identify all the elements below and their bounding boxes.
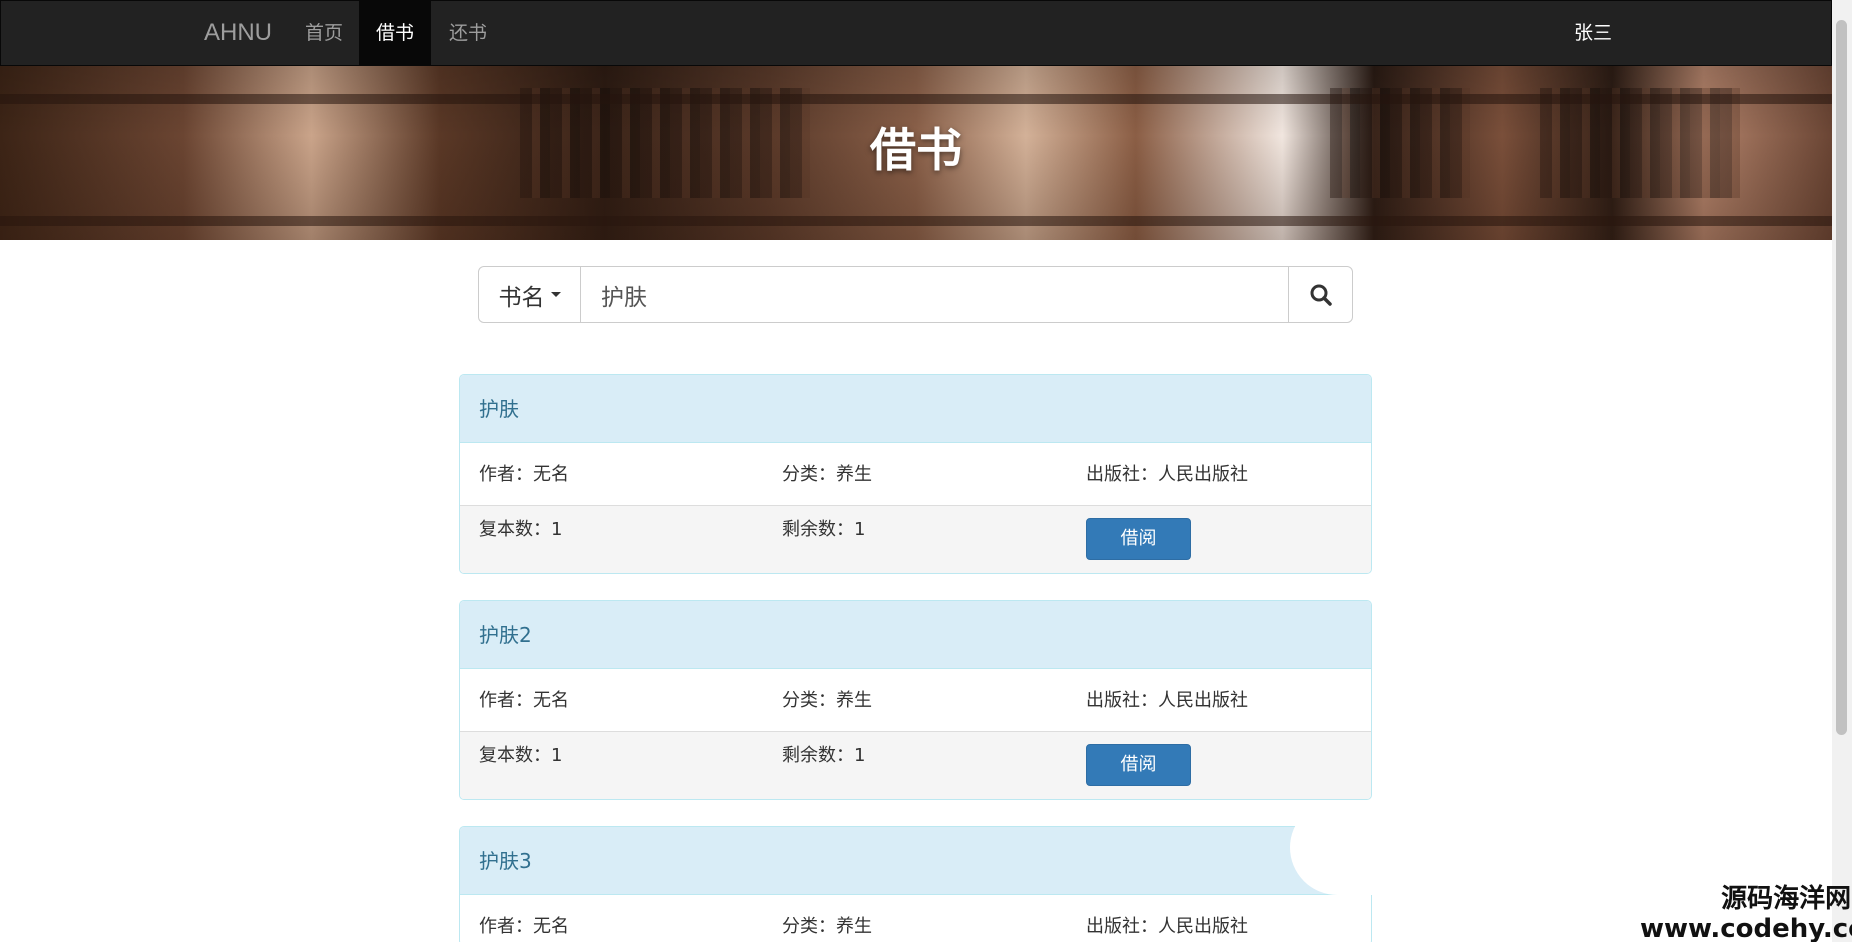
book-publisher: 出版社：人民出版社 — [1086, 690, 1248, 711]
book-remaining: 剩余数：1 — [782, 745, 866, 766]
borrow-button[interactable]: 借阅 — [1086, 744, 1191, 786]
search-type-label: 书名 — [498, 284, 545, 311]
book-author: 作者：无名 — [479, 916, 569, 937]
search-icon — [1310, 284, 1332, 306]
nav-return-link[interactable]: 还书 — [431, 1, 505, 65]
caret-down-icon — [550, 292, 561, 297]
book-copies: 复本数：1 — [479, 745, 563, 766]
book-category: 分类：养生 — [782, 916, 872, 937]
book-title: 护肤3 — [460, 827, 1371, 895]
book-stock-row: 复本数：1 剩余数：1 借阅 — [460, 506, 1371, 573]
book-info-row: 作者：无名 分类：养生 出版社：人民出版社 — [460, 443, 1371, 506]
book-copies: 复本数：1 — [479, 519, 563, 540]
nav-home-link[interactable]: 首页 — [287, 1, 361, 65]
watermark-url: www.codehy.com — [1640, 914, 1852, 942]
book-title: 护肤2 — [460, 601, 1371, 669]
top-navbar: AHNU 首页 借书 还书 张三 — [0, 0, 1832, 66]
page-title: 借书 — [870, 123, 962, 177]
book-publisher: 出版社：人民出版社 — [1086, 916, 1248, 937]
watermark-overlay — [1290, 800, 1440, 895]
search-button[interactable] — [1288, 267, 1352, 322]
scrollbar-thumb[interactable] — [1836, 20, 1847, 735]
watermark: 源码海洋网 www.codehy.com — [1640, 884, 1852, 942]
watermark-title: 源码海洋网 — [1721, 884, 1852, 914]
book-panel: 护肤2 作者：无名 分类：养生 出版社：人民出版社 复本数：1 剩余数：1 借阅 — [459, 600, 1372, 800]
book-panel: 护肤 作者：无名 分类：养生 出版社：人民出版社 复本数：1 剩余数：1 借阅 — [459, 374, 1372, 574]
book-publisher: 出版社：人民出版社 — [1086, 464, 1248, 485]
brand-logo[interactable]: AHNU — [204, 19, 272, 47]
nav-borrow-link[interactable]: 借书 — [359, 1, 431, 65]
book-category: 分类：养生 — [782, 464, 872, 485]
book-info-row: 作者：无名 分类：养生 出版社：人民出版社 — [460, 669, 1371, 732]
search-type-dropdown[interactable]: 书名 — [479, 267, 581, 322]
book-stock-row: 复本数：1 剩余数：1 借阅 — [460, 732, 1371, 799]
user-name[interactable]: 张三 — [1574, 1, 1612, 65]
book-author: 作者：无名 — [479, 464, 569, 485]
book-panel: 护肤3 作者：无名 分类：养生 出版社：人民出版社 — [459, 826, 1372, 942]
hero-banner: 借书 — [0, 66, 1832, 240]
book-info-row: 作者：无名 分类：养生 出版社：人民出版社 — [460, 895, 1371, 942]
borrow-button[interactable]: 借阅 — [1086, 518, 1191, 560]
search-input[interactable] — [581, 267, 1288, 322]
book-title: 护肤 — [460, 375, 1371, 443]
search-bar: 书名 — [478, 266, 1353, 323]
book-author: 作者：无名 — [479, 690, 569, 711]
book-remaining: 剩余数：1 — [782, 519, 866, 540]
book-category: 分类：养生 — [782, 690, 872, 711]
